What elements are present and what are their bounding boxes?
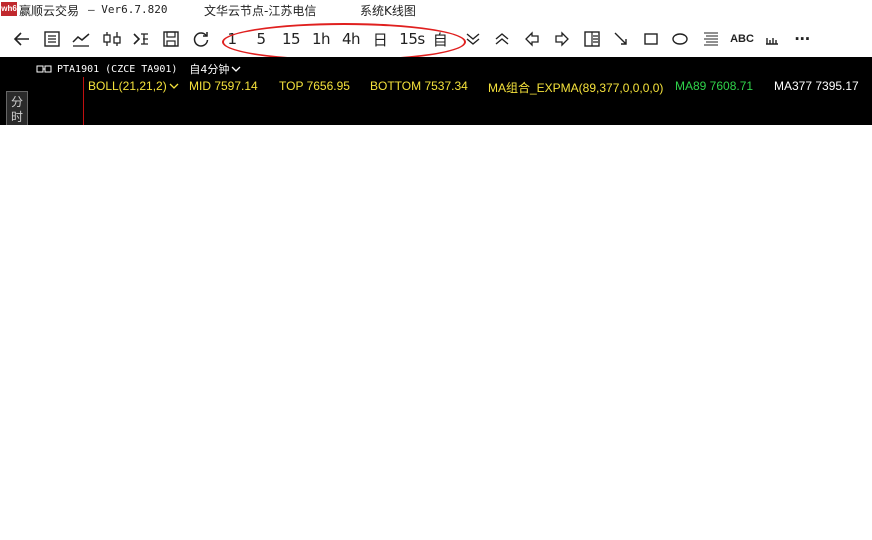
tab-timeshare[interactable]: 分时	[6, 91, 28, 125]
app-name: 赢顺云交易	[19, 4, 80, 18]
text-tool[interactable]: ABC	[728, 26, 756, 52]
back-arrow-icon[interactable]	[11, 26, 33, 52]
zoom-out-icon[interactable]	[462, 26, 484, 52]
ruler-icon[interactable]	[761, 26, 783, 52]
left-rail	[0, 57, 4, 125]
period-15s[interactable]: 15s	[398, 26, 426, 52]
app-logo: wh6	[1, 2, 17, 16]
period-label: 自4分钟	[189, 63, 230, 76]
draw-line-icon[interactable]	[610, 26, 632, 52]
period-day[interactable]: 日	[370, 26, 390, 52]
ma89-value: MA89 7608.71	[675, 79, 754, 93]
kline-chart[interactable]: PTA1901 (CZCE TA901) 自4分钟 分时 BOLL(21,21,…	[0, 57, 872, 125]
scroll-left-icon[interactable]	[521, 26, 543, 52]
period-4h[interactable]: 4h	[339, 26, 363, 52]
draw-rectangle-icon[interactable]	[640, 26, 662, 52]
period-custom[interactable]: 自	[430, 26, 450, 52]
boll-mid-value: MID 7597.14	[189, 79, 258, 93]
period-1min[interactable]: 1	[224, 26, 240, 52]
link-icon[interactable]	[36, 65, 52, 73]
ma377-value: MA377 7395.17	[774, 79, 859, 93]
toolbar: 1 5 15 1h 4h 日 15s 自 ABC ···	[0, 20, 872, 61]
boll-top-value: TOP 7656.95	[279, 79, 350, 93]
chevron-down-icon	[231, 63, 241, 76]
chevron-down-icon	[169, 83, 179, 89]
server-node: 文华云节点-江苏电信	[204, 4, 317, 18]
layout-panel-icon[interactable]	[581, 26, 603, 52]
zoom-in-icon[interactable]	[491, 26, 513, 52]
boll-label: BOLL(21,21,2)	[88, 79, 167, 93]
period-1h[interactable]: 1h	[310, 26, 332, 52]
ma-group-indicator[interactable]: MA组合_EXPMA(89,377,0,0,0,0)	[488, 79, 663, 96]
chart-left-axis	[83, 77, 84, 125]
boll-bottom-value: BOTTOM 7537.34	[370, 79, 468, 93]
refresh-icon[interactable]	[190, 26, 212, 52]
symbol-header: PTA1901 (CZCE TA901) 自4分钟	[36, 61, 241, 77]
candlestick-icon[interactable]	[100, 26, 124, 52]
more-icon[interactable]: ···	[790, 26, 814, 52]
period-selector[interactable]: 自4分钟	[189, 61, 241, 77]
line-chart-icon[interactable]	[70, 26, 92, 52]
boll-indicator[interactable]: BOLL(21,21,2)	[88, 79, 179, 93]
scroll-right-icon[interactable]	[551, 26, 573, 52]
text-lines-icon[interactable]	[700, 26, 722, 52]
quote-list-icon[interactable]	[41, 26, 63, 52]
symbol-name: PTA1901 (CZCE TA901)	[57, 63, 178, 75]
title-bar: wh6 赢顺云交易 – Ver6.7.820 文华云节点-江苏电信 系统K线图	[0, 0, 872, 20]
draw-ellipse-icon[interactable]	[669, 26, 691, 52]
signal-icon[interactable]	[130, 26, 152, 52]
period-5min[interactable]: 5	[252, 26, 270, 52]
app-version: – Ver6.7.820	[88, 3, 168, 16]
save-icon[interactable]	[160, 26, 182, 52]
period-15min[interactable]: 15	[280, 26, 302, 52]
system-view-name: 系统K线图	[360, 4, 416, 18]
